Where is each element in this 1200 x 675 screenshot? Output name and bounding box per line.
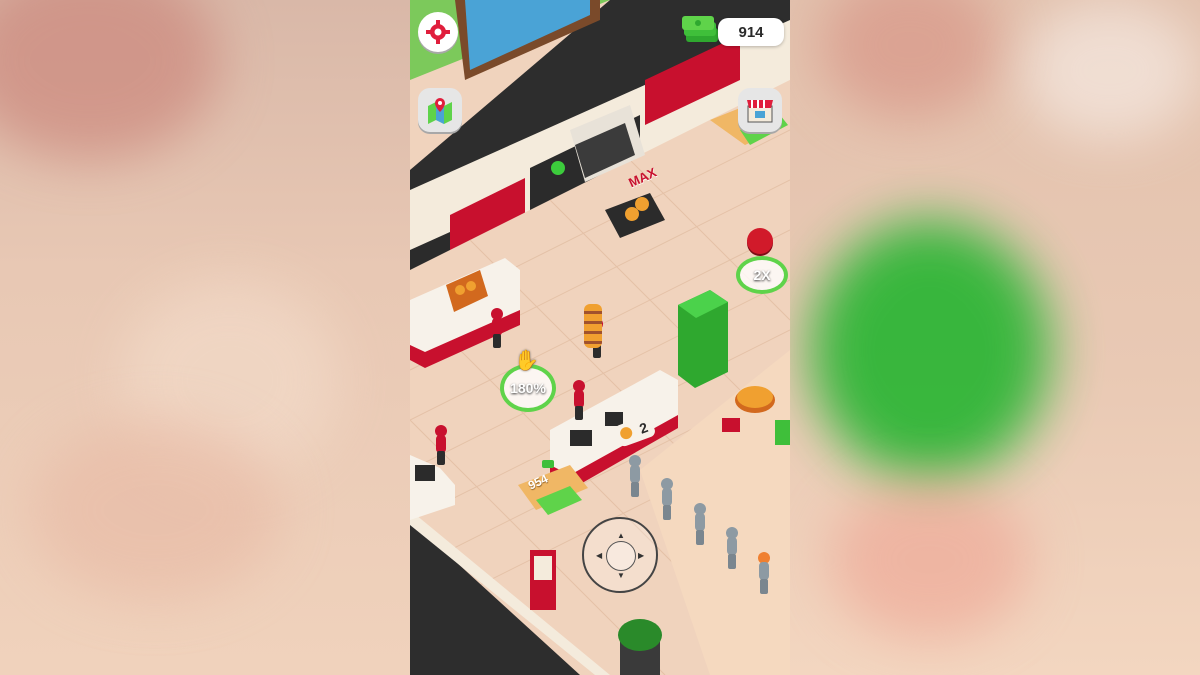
cash-amount: 914	[738, 23, 764, 41]
map-button[interactable]	[418, 88, 462, 132]
boost-2x-button[interactable]: 2X	[736, 256, 788, 294]
gear-icon	[426, 20, 450, 44]
joystick-arrow-up-icon: ▲	[617, 531, 625, 540]
customer-stickman	[628, 455, 642, 497]
game-viewport[interactable]: MAX 180% ✋ 2X 2 954 914 ▲ ▼ ◀ ▶	[410, 0, 790, 675]
cash-icon	[542, 460, 554, 468]
cash-counter: 914	[718, 18, 784, 46]
store-icon	[747, 100, 773, 123]
joystick-knob[interactable]	[606, 541, 636, 571]
boost-2x-label: 2X	[753, 267, 771, 283]
joystick-arrow-left-icon: ◀	[596, 551, 603, 560]
settings-button[interactable]	[418, 12, 458, 52]
order-count-label: 2	[637, 419, 650, 437]
joystick-arrow-down-icon: ▼	[617, 571, 625, 580]
cash-stack-icon	[682, 14, 722, 46]
customer-stickman	[693, 503, 707, 545]
customer-stickman	[725, 527, 739, 569]
burger-stack	[584, 304, 602, 348]
worker-stickman	[434, 425, 448, 465]
hand-icon: ✋	[514, 350, 539, 372]
shop-button[interactable]	[738, 88, 782, 132]
efficiency-badge-label: 180%	[510, 380, 546, 396]
customer-stickman	[757, 552, 771, 594]
worker-stickman	[572, 380, 586, 420]
joystick-arrow-right-icon: ▶	[638, 551, 645, 560]
virtual-joystick[interactable]: ▲ ▼ ◀ ▶	[582, 517, 658, 593]
boost-mascot-icon	[747, 228, 773, 254]
burger-icon	[618, 425, 634, 441]
blurred-backdrop-left	[0, 0, 410, 675]
blurred-backdrop-right	[790, 0, 1200, 675]
worker-stickman	[490, 308, 504, 348]
map-pin-icon	[428, 98, 452, 124]
customer-stickman	[660, 478, 674, 520]
